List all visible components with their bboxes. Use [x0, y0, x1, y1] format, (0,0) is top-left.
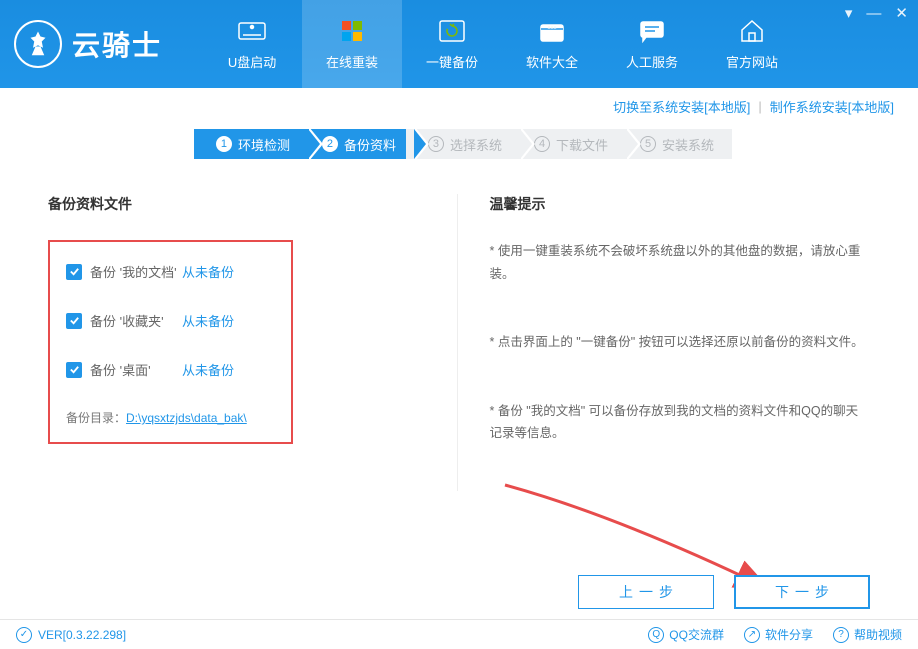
checkbox-favorites[interactable] — [66, 313, 82, 329]
backup-item-favorites: 备份 '收藏夹' 从未备份 — [66, 311, 275, 330]
link-make-local[interactable]: 制作系统安装[本地版] — [770, 97, 894, 116]
sublinks-bar: 切换至系统安装[本地版] | 制作系统安装[本地版] — [0, 88, 918, 124]
minimize-button[interactable]: — — [866, 6, 881, 21]
footer-bar: ✓ VER[0.3.22.298] QQQ交流群 ↗软件分享 ?帮助视频 — [0, 619, 918, 649]
close-button[interactable]: ✕ — [895, 6, 908, 21]
usb-icon — [234, 17, 270, 45]
help-icon: ? — [833, 627, 849, 643]
tips-title: 温馨提示 — [490, 194, 871, 214]
check-icon: ✓ — [16, 627, 32, 643]
step-1: 1环境检测 — [194, 129, 308, 159]
status-documents[interactable]: 从未备份 — [182, 262, 234, 281]
main-content: 备份资料文件 备份 '我的文档' 从未备份 备份 '收藏夹' 从未备份 备份 '… — [0, 194, 918, 491]
footer-share[interactable]: ↗软件分享 — [744, 626, 813, 643]
backup-directory: 备份目录：D:\yqsxtzjds\data_bak\ — [66, 409, 275, 426]
prev-button[interactable]: 上一步 — [578, 575, 714, 609]
backup-dir-link[interactable]: D:\yqsxtzjds\data_bak\ — [126, 411, 247, 425]
box-icon — [534, 17, 570, 45]
version-info[interactable]: ✓ VER[0.3.22.298] — [16, 627, 126, 643]
footer-qq-group[interactable]: QQQ交流群 — [648, 626, 724, 643]
settings-icon[interactable]: ▾ — [845, 6, 853, 21]
app-title: 云骑士 — [72, 24, 162, 64]
nav-online-reinstall[interactable]: 在线重装 — [302, 0, 402, 88]
backup-list-box: 备份 '我的文档' 从未备份 备份 '收藏夹' 从未备份 备份 '桌面' 从未备… — [48, 240, 293, 444]
checkbox-documents[interactable] — [66, 264, 82, 280]
windows-icon — [334, 17, 370, 45]
action-buttons: 上一步 下一步 — [578, 575, 870, 609]
nav-website[interactable]: 官方网站 — [702, 0, 802, 88]
status-favorites[interactable]: 从未备份 — [182, 311, 234, 330]
main-nav: U盘启动 在线重装 一键备份 软件大全 人工服务 官方网站 — [202, 0, 802, 88]
tip-2: * 点击界面上的 "一键备份" 按钮可以选择还原以前备份的资料文件。 — [490, 331, 871, 354]
tips-panel: 温馨提示 * 使用一键重装系统不会破坏系统盘以外的其他盘的数据，请放心重装。 *… — [458, 194, 871, 491]
status-desktop[interactable]: 从未备份 — [182, 360, 234, 379]
next-button[interactable]: 下一步 — [734, 575, 870, 609]
nav-backup[interactable]: 一键备份 — [402, 0, 502, 88]
tips-content: * 使用一键重装系统不会破坏系统盘以外的其他盘的数据，请放心重装。 * 点击界面… — [490, 240, 871, 445]
window-controls: ▾ — ✕ — [845, 6, 908, 21]
logo-icon — [14, 20, 62, 68]
backup-title: 备份资料文件 — [48, 194, 429, 214]
qq-icon: Q — [648, 627, 664, 643]
footer-help[interactable]: ?帮助视频 — [833, 626, 902, 643]
link-switch-local[interactable]: 切换至系统安装[本地版] — [613, 97, 750, 116]
home-icon — [734, 17, 770, 45]
step-indicator: 1环境检测 2备份资料 3选择系统 4下载文件 5安装系统 — [0, 124, 918, 164]
refresh-icon — [434, 17, 470, 45]
chat-icon — [634, 17, 670, 45]
tip-3: * 备份 "我的文档" 可以备份存放到我的文档的资料文件和QQ的聊天记录等信息。 — [490, 400, 871, 445]
nav-software[interactable]: 软件大全 — [502, 0, 602, 88]
app-header: 云骑士 U盘启动 在线重装 一键备份 软件大全 人工服务 官方网站 ▾ — — [0, 0, 918, 88]
backup-item-desktop: 备份 '桌面' 从未备份 — [66, 360, 275, 379]
checkbox-desktop[interactable] — [66, 362, 82, 378]
nav-usb-boot[interactable]: U盘启动 — [202, 0, 302, 88]
backup-item-documents: 备份 '我的文档' 从未备份 — [66, 262, 275, 281]
share-icon: ↗ — [744, 627, 760, 643]
tip-1: * 使用一键重装系统不会破坏系统盘以外的其他盘的数据，请放心重装。 — [490, 240, 871, 285]
backup-panel: 备份资料文件 备份 '我的文档' 从未备份 备份 '收藏夹' 从未备份 备份 '… — [48, 194, 458, 491]
logo: 云骑士 — [14, 20, 162, 68]
nav-support[interactable]: 人工服务 — [602, 0, 702, 88]
